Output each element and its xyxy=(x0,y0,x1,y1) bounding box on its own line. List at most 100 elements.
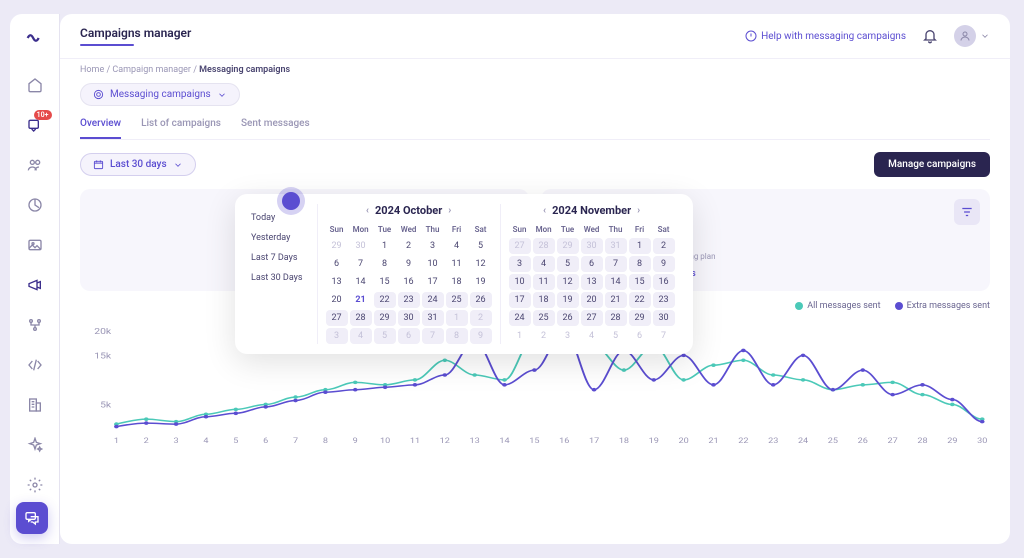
cal-day[interactable]: 14 xyxy=(350,274,372,290)
analytics-icon[interactable] xyxy=(24,194,46,216)
cal-day[interactable]: 3 xyxy=(326,328,348,344)
cal-day[interactable]: 29 xyxy=(557,238,579,254)
sparkle-icon[interactable] xyxy=(24,434,46,456)
cal-day[interactable]: 24 xyxy=(422,292,444,308)
cal-day[interactable]: 22 xyxy=(629,292,651,308)
cal-day[interactable]: 2 xyxy=(533,328,555,344)
cal-day[interactable]: 16 xyxy=(653,274,675,290)
cal-next[interactable]: › xyxy=(637,205,640,216)
cal-day[interactable]: 19 xyxy=(557,292,579,308)
cal-prev[interactable]: ‹ xyxy=(366,205,369,216)
preset-7days[interactable]: Last 7 Days xyxy=(247,248,307,268)
cal-day[interactable]: 30 xyxy=(350,238,372,254)
cal-day[interactable]: 5 xyxy=(605,328,627,344)
cal-day[interactable]: 12 xyxy=(557,274,579,290)
image-icon[interactable] xyxy=(24,234,46,256)
cal-day[interactable]: 27 xyxy=(326,310,348,326)
inbox-icon[interactable]: 10+ xyxy=(24,114,46,136)
cal-day[interactable]: 8 xyxy=(446,328,468,344)
cal-day[interactable]: 10 xyxy=(509,274,531,290)
cal-day[interactable]: 1 xyxy=(509,328,531,344)
cal-day[interactable]: 24 xyxy=(509,310,531,326)
cal-day[interactable]: 12 xyxy=(470,256,492,272)
cal-day[interactable]: 17 xyxy=(509,292,531,308)
cal-day[interactable]: 3 xyxy=(557,328,579,344)
cal-day[interactable]: 28 xyxy=(605,310,627,326)
campaign-icon[interactable] xyxy=(24,274,46,296)
preset-yesterday[interactable]: Yesterday xyxy=(247,228,307,248)
cal-day[interactable]: 22 xyxy=(374,292,396,308)
cal-day[interactable]: 1 xyxy=(446,310,468,326)
cal-day[interactable]: 18 xyxy=(533,292,555,308)
settings-icon[interactable] xyxy=(24,474,46,496)
cal-day[interactable]: 2 xyxy=(653,238,675,254)
contacts-icon[interactable] xyxy=(24,154,46,176)
date-range-button[interactable]: Last 30 days xyxy=(80,153,196,176)
cal-day[interactable]: 26 xyxy=(557,310,579,326)
cal-day[interactable]: 23 xyxy=(653,292,675,308)
cal-day[interactable]: 19 xyxy=(470,274,492,290)
profile-menu[interactable] xyxy=(954,25,990,47)
cal-day[interactable]: 2 xyxy=(470,310,492,326)
cal-day[interactable]: 27 xyxy=(509,238,531,254)
help-link[interactable]: Help with messaging campaigns xyxy=(745,30,906,42)
home-icon[interactable] xyxy=(24,74,46,96)
cal-day[interactable]: 17 xyxy=(422,274,444,290)
cal-day[interactable]: 31 xyxy=(422,310,444,326)
cal-day[interactable]: 8 xyxy=(629,256,651,272)
cal-day[interactable]: 13 xyxy=(581,274,603,290)
tab-overview[interactable]: Overview xyxy=(80,118,121,139)
cal-day[interactable]: 30 xyxy=(581,238,603,254)
cal-day[interactable]: 29 xyxy=(374,310,396,326)
cal-day[interactable]: 4 xyxy=(446,238,468,254)
building-icon[interactable] xyxy=(24,394,46,416)
cal-day[interactable]: 30 xyxy=(398,310,420,326)
cal-day[interactable]: 10 xyxy=(422,256,444,272)
cal-prev[interactable]: ‹ xyxy=(543,205,546,216)
cal-day[interactable]: 18 xyxy=(446,274,468,290)
cal-day[interactable]: 31 xyxy=(605,238,627,254)
cal-day[interactable]: 7 xyxy=(350,256,372,272)
cal-day[interactable]: 7 xyxy=(422,328,444,344)
cal-day[interactable]: 13 xyxy=(326,274,348,290)
cal-day[interactable]: 5 xyxy=(374,328,396,344)
cal-day[interactable]: 25 xyxy=(533,310,555,326)
cal-day[interactable]: 28 xyxy=(533,238,555,254)
cal-day[interactable]: 9 xyxy=(398,256,420,272)
cal-day[interactable]: 4 xyxy=(350,328,372,344)
cal-day[interactable]: 8 xyxy=(374,256,396,272)
cal-day[interactable]: 6 xyxy=(581,256,603,272)
cal-day[interactable]: 21 xyxy=(350,292,372,308)
cal-day[interactable]: 2 xyxy=(398,238,420,254)
cal-day[interactable]: 16 xyxy=(398,274,420,290)
cal-day[interactable]: 20 xyxy=(581,292,603,308)
cal-day[interactable]: 26 xyxy=(470,292,492,308)
code-icon[interactable] xyxy=(24,354,46,376)
cal-day[interactable]: 23 xyxy=(398,292,420,308)
cal-day[interactable]: 5 xyxy=(470,238,492,254)
cal-day[interactable]: 28 xyxy=(350,310,372,326)
cal-day[interactable]: 14 xyxy=(605,274,627,290)
cal-day[interactable]: 29 xyxy=(629,310,651,326)
tab-sent[interactable]: Sent messages xyxy=(241,118,310,139)
cal-next[interactable]: › xyxy=(448,205,451,216)
cal-day[interactable]: 11 xyxy=(446,256,468,272)
preset-today[interactable]: Today xyxy=(247,208,307,228)
flow-icon[interactable] xyxy=(24,314,46,336)
cal-day[interactable]: 27 xyxy=(581,310,603,326)
cal-day[interactable]: 15 xyxy=(374,274,396,290)
bell-icon[interactable] xyxy=(918,24,942,48)
cal-day[interactable]: 1 xyxy=(374,238,396,254)
cal-day[interactable]: 4 xyxy=(533,256,555,272)
cal-day[interactable]: 5 xyxy=(557,256,579,272)
chat-fab[interactable] xyxy=(16,502,48,534)
cal-day[interactable]: 7 xyxy=(605,256,627,272)
cal-day[interactable]: 6 xyxy=(398,328,420,344)
cal-day[interactable]: 9 xyxy=(470,328,492,344)
cal-day[interactable]: 25 xyxy=(446,292,468,308)
cal-day[interactable]: 7 xyxy=(653,328,675,344)
cal-day[interactable]: 15 xyxy=(629,274,651,290)
cal-day[interactable]: 4 xyxy=(581,328,603,344)
cal-day[interactable]: 1 xyxy=(629,238,651,254)
cal-day[interactable]: 6 xyxy=(629,328,651,344)
